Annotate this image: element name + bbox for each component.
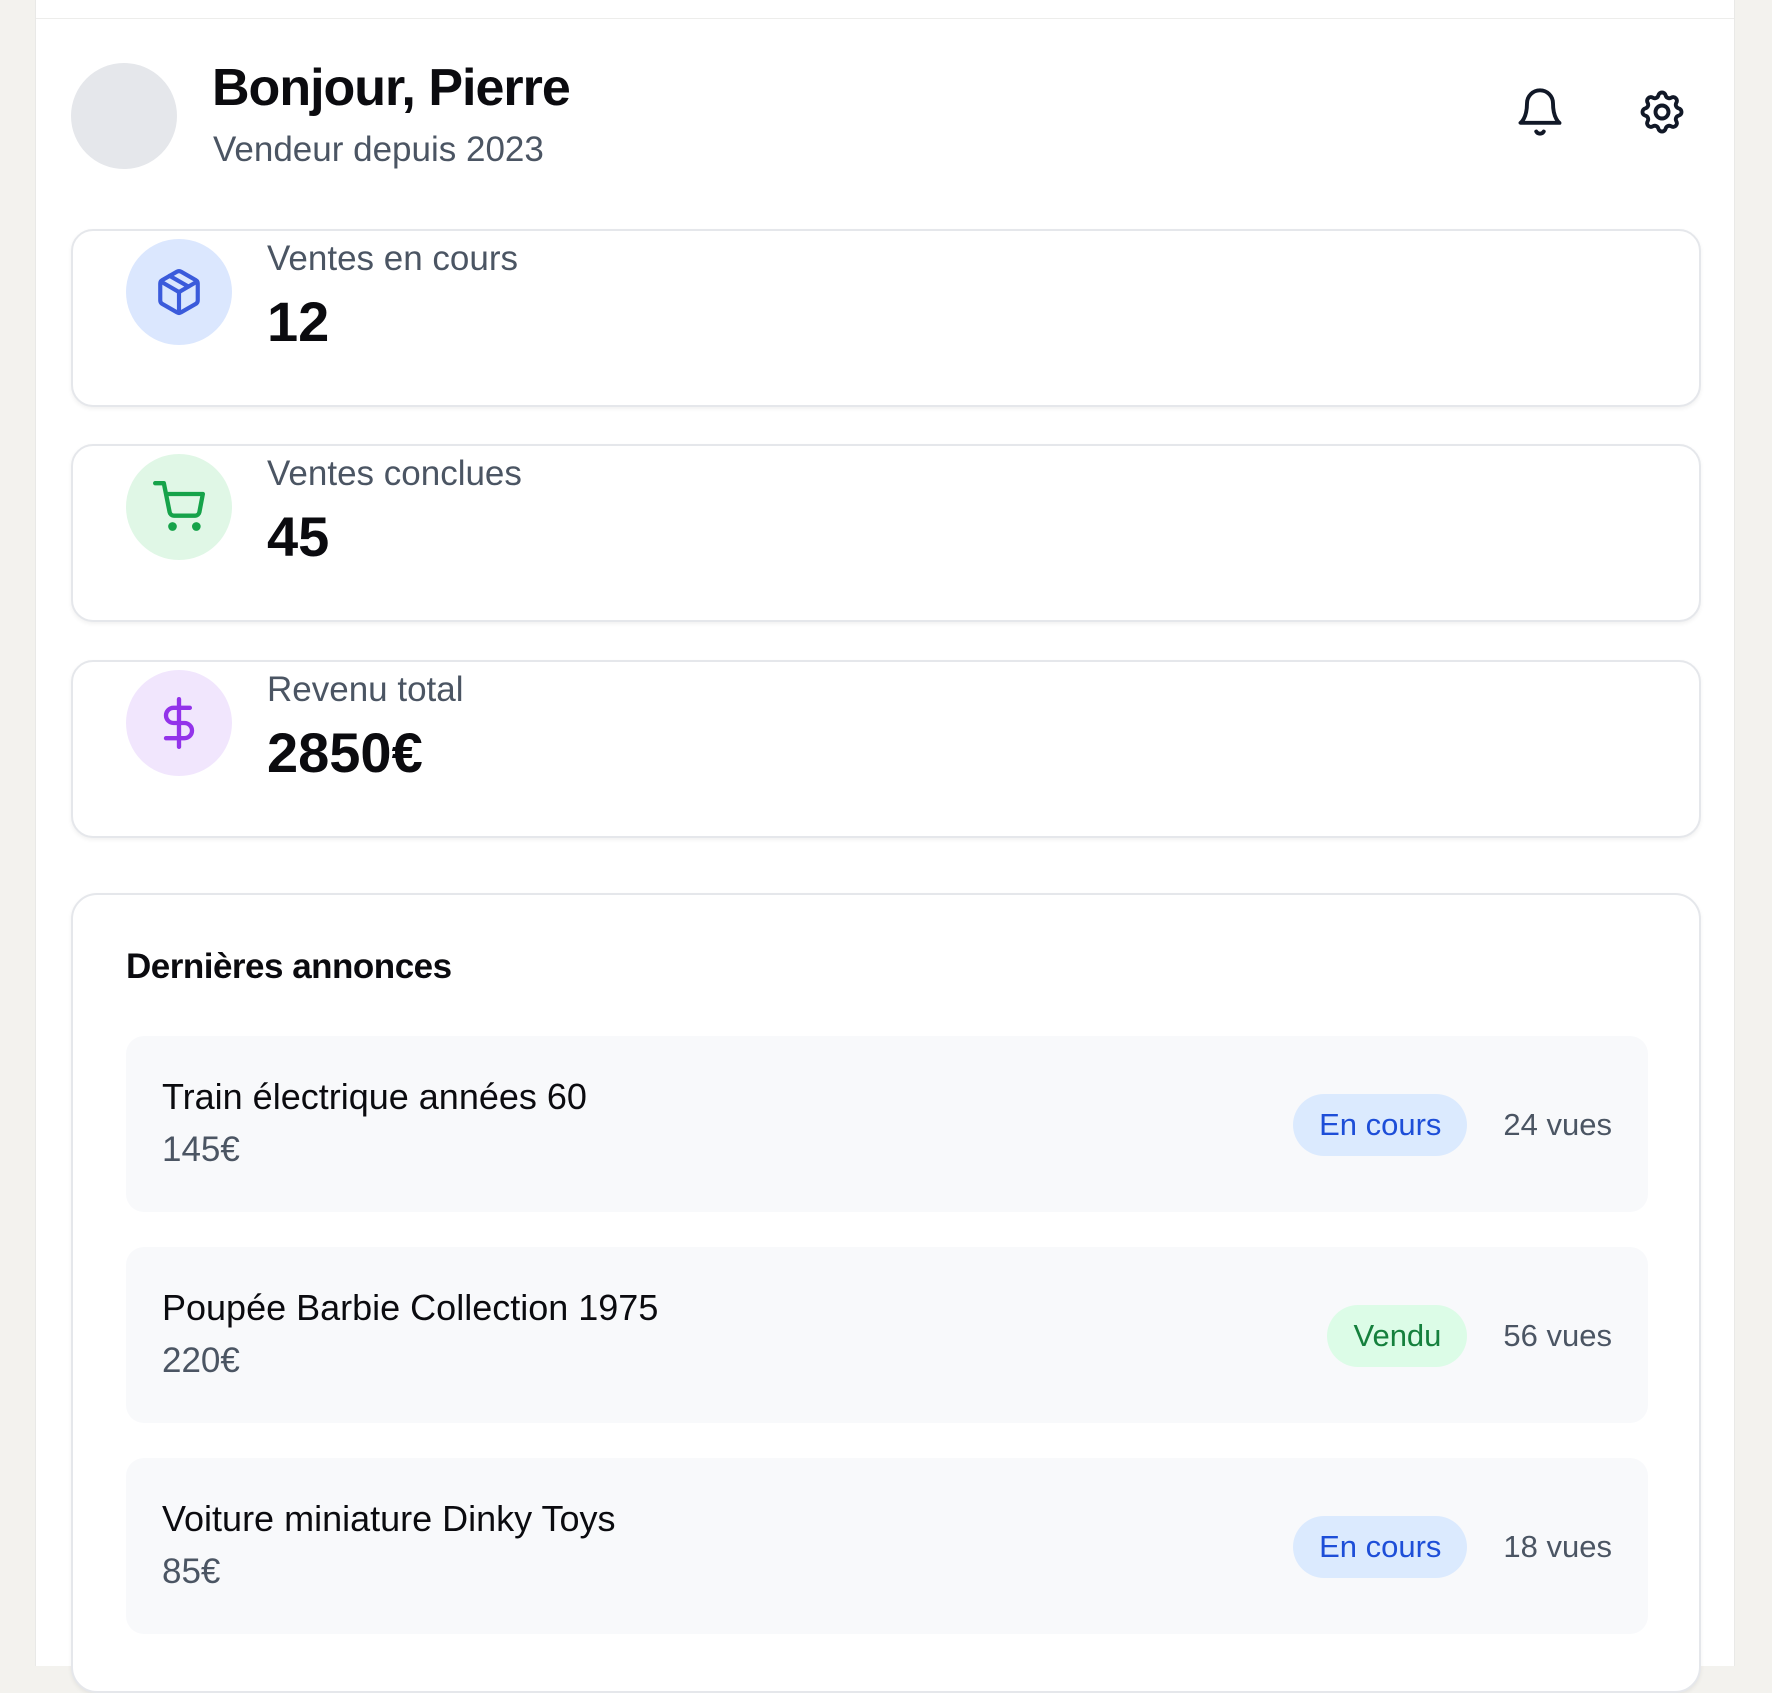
notifications-button[interactable] bbox=[1512, 84, 1568, 140]
stat-card-revenu-total[interactable]: Revenu total 2850€ bbox=[71, 660, 1701, 838]
status-badge: Vendu bbox=[1327, 1305, 1468, 1367]
listing-item[interactable]: Voiture miniature Dinky Toys 85€ En cour… bbox=[126, 1458, 1648, 1634]
stat-value: 45 bbox=[267, 505, 330, 568]
stat-icon-circle bbox=[126, 239, 232, 345]
listing-price: 85€ bbox=[162, 1552, 221, 1591]
gear-icon bbox=[1640, 90, 1684, 134]
listing-item[interactable]: Poupée Barbie Collection 1975 220€ Vendu… bbox=[126, 1247, 1648, 1423]
stat-label: Ventes en cours bbox=[267, 239, 518, 278]
listing-price: 220€ bbox=[162, 1341, 240, 1380]
status-badge: En cours bbox=[1293, 1094, 1468, 1156]
avatar[interactable] bbox=[71, 63, 177, 169]
status-badge: En cours bbox=[1293, 1516, 1468, 1578]
listing-views: 24 vues bbox=[1503, 1107, 1612, 1142]
listing-name: Poupée Barbie Collection 1975 bbox=[162, 1287, 659, 1328]
top-divider bbox=[36, 18, 1734, 19]
package-icon bbox=[158, 269, 200, 316]
stat-card-ventes-conclues[interactable]: Ventes conclues 45 bbox=[71, 444, 1701, 622]
cart-icon bbox=[153, 481, 205, 531]
settings-button[interactable] bbox=[1634, 84, 1690, 140]
listing-name: Train électrique années 60 bbox=[162, 1076, 587, 1117]
listing-item[interactable]: Train électrique années 60 145€ En cours… bbox=[126, 1036, 1648, 1212]
page-title: Bonjour, Pierre bbox=[212, 59, 571, 117]
dashboard-panel: Bonjour, Pierre Vendeur depuis 2023 Vent… bbox=[35, 0, 1735, 1693]
stat-value: 2850€ bbox=[267, 721, 423, 784]
stat-value: 12 bbox=[267, 290, 330, 353]
listing-views: 56 vues bbox=[1503, 1318, 1612, 1353]
seller-since: Vendeur depuis 2023 bbox=[213, 130, 544, 169]
stat-label: Ventes conclues bbox=[267, 454, 522, 493]
listing-price: 145€ bbox=[162, 1130, 240, 1169]
stat-icon-circle bbox=[126, 454, 232, 560]
recent-listings-section: Dernières annonces Train électrique anné… bbox=[71, 893, 1701, 1693]
stat-icon-circle bbox=[126, 670, 232, 776]
section-title: Dernières annonces bbox=[126, 947, 452, 986]
listing-views: 18 vues bbox=[1503, 1529, 1612, 1564]
dollar-icon bbox=[163, 697, 195, 749]
stat-card-ventes-en-cours[interactable]: Ventes en cours 12 bbox=[71, 229, 1701, 407]
bell-icon bbox=[1518, 88, 1562, 136]
listing-name: Voiture miniature Dinky Toys bbox=[162, 1498, 616, 1539]
stat-label: Revenu total bbox=[267, 670, 464, 709]
